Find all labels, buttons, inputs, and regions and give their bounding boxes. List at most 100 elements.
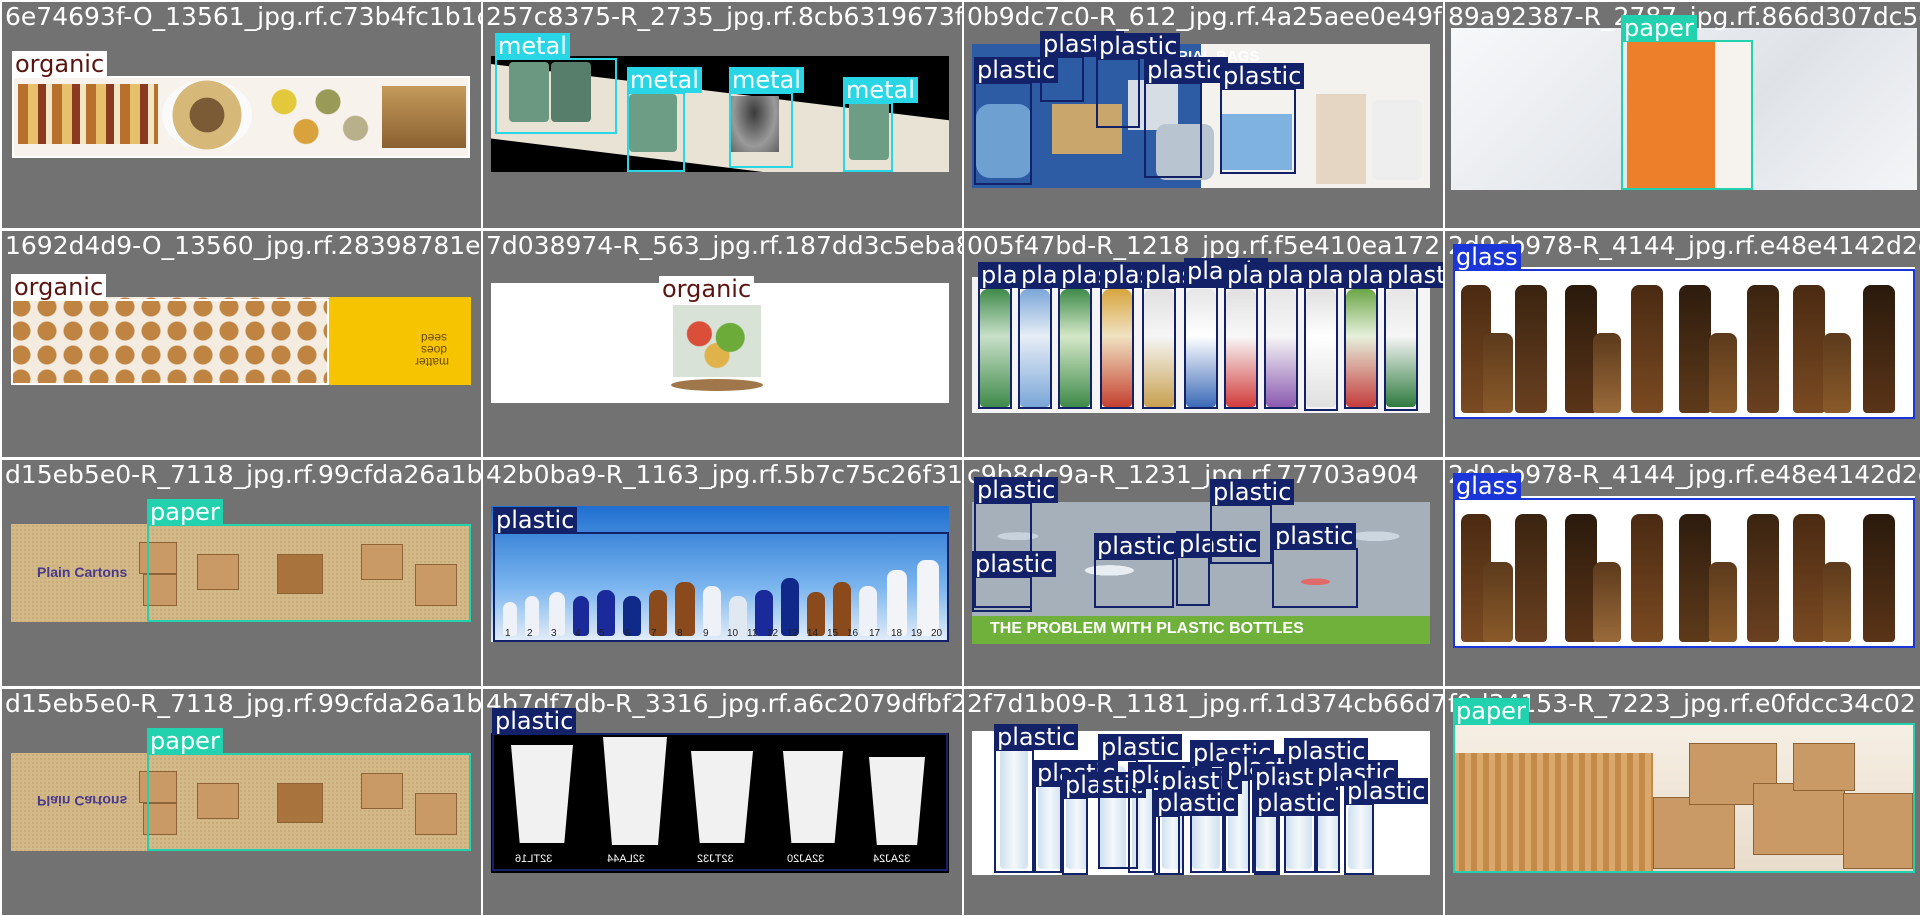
detection-box-plastic: plastic bbox=[1264, 262, 1349, 409]
detection-box-glass: glass bbox=[1453, 244, 1915, 419]
detection-box-plastic: plastic bbox=[994, 724, 1079, 873]
detection-box-plastic: plastic bbox=[1224, 262, 1309, 409]
detection-box-plastic: plastic bbox=[1210, 479, 1295, 564]
photo-caption: THE PROBLEM WITH PLASTIC BOTTLES bbox=[990, 620, 1304, 637]
class-label: plastic bbox=[1384, 262, 1443, 288]
detection-box-plastic: plastic bbox=[1220, 63, 1305, 174]
class-label: plastic bbox=[1154, 790, 1239, 816]
mosaic-cell: f9d34153-R_7223_jpg.rf.e0fdcc34c02 paper bbox=[1445, 689, 1920, 915]
class-label: plastic bbox=[994, 724, 1079, 750]
detection-box-plastic: plastic bbox=[1176, 531, 1261, 606]
detection-box-plastic: plastic bbox=[1128, 762, 1213, 873]
class-label: paper bbox=[147, 728, 223, 754]
class-label: metal bbox=[627, 67, 702, 93]
mosaic-cell: 257c8375-R_2735_jpg.rf.8cb6319673f8d957 … bbox=[483, 2, 962, 228]
mosaic-cell: 005f47bd-R_1218_jpg.rf.f5e410ea172 plast… bbox=[964, 231, 1443, 457]
detection-box-plastic: plastic bbox=[1284, 738, 1369, 873]
class-label: plastic bbox=[1254, 790, 1339, 816]
photo-caption: Plain Cartons bbox=[37, 793, 128, 809]
photo-caption: Plain Cartons bbox=[37, 564, 128, 580]
mosaic-cell: 2f7d1b09-R_1181_jpg.rf.1d374cb66d7 plast… bbox=[964, 689, 1443, 915]
detection-box-plastic: plastic bbox=[1100, 262, 1185, 409]
detection-box-metal: metal bbox=[495, 33, 617, 134]
detection-box-organic: organic bbox=[12, 51, 470, 158]
class-label: organic bbox=[659, 276, 755, 302]
class-label: organic bbox=[11, 274, 107, 300]
image-filename: 2f7d1b09-R_1181_jpg.rf.1d374cb66d7 bbox=[967, 689, 1443, 718]
mosaic-cell: 6e74693f-O_13561_jpg.rf.c73b4fc1b1c59459… bbox=[2, 2, 481, 228]
image-filename: 0b9dc7c0-R_612_jpg.rf.4a25aee0e49f8c9b96 bbox=[967, 2, 1443, 31]
class-label: plastic bbox=[974, 477, 1059, 503]
mosaic-cell: 0b9dc7c0-R_612_jpg.rf.4a25aee0e49f8c9b96… bbox=[964, 2, 1443, 228]
detection-box-plastic: plastic bbox=[1058, 262, 1143, 409]
class-label: paper bbox=[147, 499, 223, 525]
detection-box-plastic: plastic bbox=[978, 262, 1063, 409]
class-label: plastic bbox=[1210, 479, 1295, 505]
detection-box-metal: metal bbox=[843, 77, 918, 172]
mosaic-cell: c9b8dc9a-R_1231_jpg.rf.77703a904 THE PRO… bbox=[964, 460, 1443, 686]
class-label: glass bbox=[1453, 244, 1521, 270]
detection-box-plastic: plastic bbox=[493, 507, 949, 642]
class-label: plastic bbox=[1344, 778, 1429, 804]
detection-box-plastic: plastic bbox=[1034, 760, 1119, 873]
detection-box-plastic: plastic bbox=[1094, 533, 1179, 608]
class-label: metal bbox=[495, 33, 570, 59]
mosaic-cell: 2d9cb978-R_4144_jpg.rf.e48e4142d2d glass bbox=[1445, 460, 1920, 686]
detection-box-metal: metal bbox=[627, 67, 702, 172]
class-label: plastic bbox=[1098, 734, 1183, 760]
image-filename: 6e74693f-O_13561_jpg.rf.c73b4fc1b1c59459 bbox=[5, 2, 481, 31]
detection-box-plastic: plastic bbox=[1190, 740, 1275, 873]
detection-box-plastic: plastic bbox=[1272, 523, 1358, 608]
detection-box-plastic: plastic bbox=[1344, 778, 1429, 875]
detection-box-plastic: plastic bbox=[972, 551, 1057, 612]
photo-caption: matter bbox=[415, 355, 450, 369]
class-label: paper bbox=[1621, 15, 1697, 41]
mosaic-cell: d15eb5e0-R_7118_jpg.rf.99cfda26a1b48200 … bbox=[2, 460, 481, 686]
image-filename: 1692d4d9-O_13560_jpg.rf.28398781ecf6f3f8 bbox=[5, 231, 481, 260]
class-label: metal bbox=[843, 77, 918, 103]
image-filename: 257c8375-R_2735_jpg.rf.8cb6319673f8d957 bbox=[486, 2, 962, 31]
class-label: plastic bbox=[1094, 533, 1179, 559]
detection-box-paper: paper bbox=[1453, 698, 1915, 873]
detection-box-plastic: plastic bbox=[492, 708, 948, 871]
detection-box-plastic: plastic bbox=[1154, 790, 1239, 875]
detection-box-paper: paper bbox=[1621, 15, 1753, 190]
detection-box-metal: metal bbox=[729, 67, 804, 168]
detection-box-organic: organic bbox=[659, 276, 765, 401]
detection-box-plastic: plastic bbox=[974, 57, 1059, 185]
detection-box-plastic: plastic bbox=[1184, 258, 1269, 409]
image-filename: 7d038974-R_563_jpg.rf.187dd3c5eba8 bbox=[486, 231, 962, 260]
image-filename: d15eb5e0-R_7118_jpg.rf.99cfda26a1b4 bbox=[5, 689, 481, 718]
mosaic-cell: d15eb5e0-R_7118_jpg.rf.99cfda26a1b4 Plai… bbox=[2, 689, 481, 915]
mosaic-cell: 2d9cb978-R_4144_jpg.rf.e48e4142d2d glass bbox=[1445, 231, 1920, 457]
detection-box-plastic: plastic bbox=[1062, 772, 1147, 875]
class-label: metal bbox=[729, 67, 804, 93]
detection-box-plastic: plastic bbox=[1096, 33, 1181, 128]
detection-box-glass: glass bbox=[1453, 473, 1915, 648]
class-label: plastic bbox=[1220, 63, 1305, 89]
detection-box-plastic: plastic bbox=[1304, 262, 1389, 411]
detection-box-plastic: plastic bbox=[1144, 57, 1229, 178]
mosaic-cell: 1692d4d9-O_13560_jpg.rf.28398781ecf6f3f8… bbox=[2, 231, 481, 457]
mosaic-cell: 89a92387-R_2787_jpg.rf.866d307dc5d paper bbox=[1445, 2, 1920, 228]
mosaic-cell: 4b7df7db-R_3316_jpg.rf.a6c2079dfbf2 32TL… bbox=[483, 689, 962, 915]
class-label: plastic bbox=[1272, 523, 1357, 549]
class-label: organic bbox=[12, 51, 108, 77]
detection-box-plastic: plastic bbox=[1142, 262, 1227, 409]
detection-box-paper: paper bbox=[147, 499, 471, 622]
detection-box-plastic: plastic bbox=[1344, 262, 1429, 409]
class-label: plastic bbox=[492, 708, 577, 734]
detection-box-plastic: plastic bbox=[1254, 790, 1339, 875]
detection-box-plastic: plastic bbox=[1040, 31, 1125, 102]
image-filename: d15eb5e0-R_7118_jpg.rf.99cfda26a1b48200 bbox=[5, 460, 481, 489]
class-label: plastic bbox=[972, 551, 1057, 577]
mosaic-cell: 42b0ba9-R_1163_jpg.rf.5b7c75c26f31 1 2 3… bbox=[483, 460, 962, 686]
class-label: plastic bbox=[493, 507, 578, 533]
detection-box-plastic: plastic bbox=[1018, 262, 1103, 409]
class-label: paper bbox=[1453, 698, 1529, 724]
detection-box-plastic: plastic bbox=[1384, 262, 1443, 411]
class-label: glass bbox=[1453, 473, 1521, 499]
detection-box-paper: paper bbox=[147, 728, 471, 851]
detection-mosaic: 6e74693f-O_13561_jpg.rf.c73b4fc1b1c59459… bbox=[0, 0, 1920, 916]
mosaic-cell: 7d038974-R_563_jpg.rf.187dd3c5eba8 organ… bbox=[483, 231, 962, 457]
